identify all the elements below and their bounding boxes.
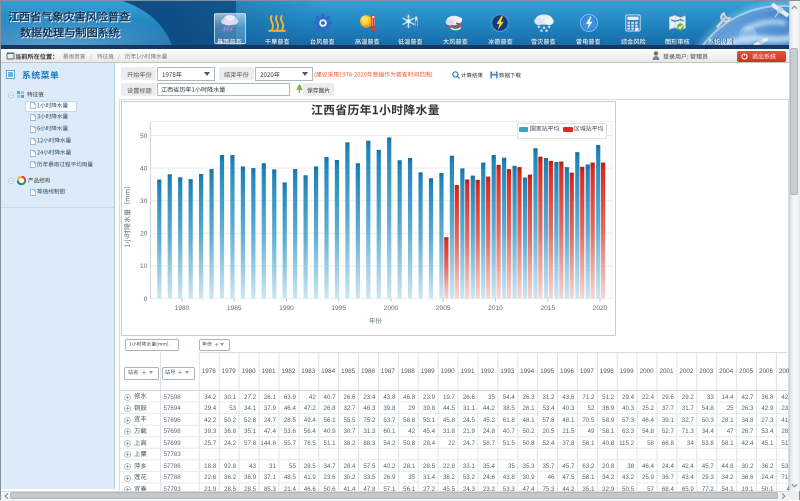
svg-text:2020: 2020: [592, 305, 607, 312]
svg-text:1990: 1990: [279, 305, 294, 312]
svg-text:2015: 2015: [540, 305, 555, 312]
svg-text:10: 10: [140, 263, 148, 270]
svg-text:30: 30: [140, 198, 148, 205]
svg-text:50: 50: [140, 132, 148, 139]
svg-text:1995: 1995: [331, 305, 346, 312]
svg-text:2010: 2010: [488, 305, 503, 312]
svg-text:20: 20: [140, 230, 148, 237]
svg-text:2000: 2000: [383, 305, 398, 312]
svg-text:40: 40: [140, 165, 148, 172]
svg-text:1980: 1980: [174, 305, 189, 312]
svg-text:1985: 1985: [226, 305, 241, 312]
svg-text:0: 0: [143, 295, 147, 302]
svg-text:2005: 2005: [435, 305, 450, 312]
